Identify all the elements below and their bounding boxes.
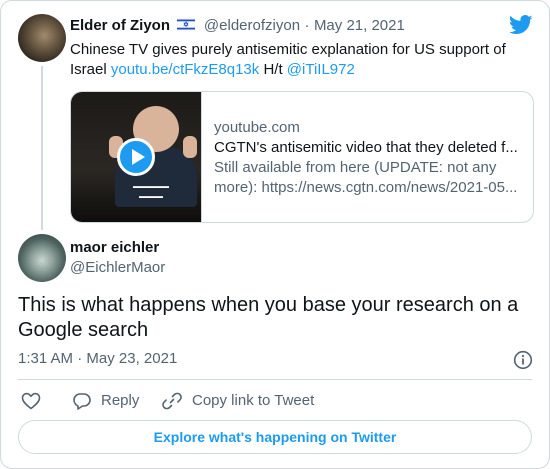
thread-line — [41, 66, 43, 230]
divider — [18, 379, 532, 380]
tweet-embed-card: Elder of Ziyon @elderofziyon · May 21, 2… — [0, 0, 550, 469]
quoted-tweet-text: Chinese TV gives purely antisemitic expl… — [70, 40, 520, 80]
twitter-bird-icon[interactable] — [509, 15, 533, 35]
thumbnail-caption-line-1: ▬▬▬▬▬▬ — [133, 184, 169, 190]
reply-button[interactable]: Reply — [101, 392, 139, 409]
avatar-elder-of-ziyon[interactable] — [18, 14, 66, 62]
quoted-author-name[interactable]: Elder of Ziyon — [70, 17, 170, 34]
main-date: May 23, 2021 — [86, 350, 178, 367]
main-time: 1:31 AM — [18, 350, 74, 367]
separator-dot: · — [77, 350, 83, 367]
mention-link[interactable]: @iTiIL972 — [287, 61, 355, 78]
main-tweet-text: This is what happens when you base your … — [18, 294, 519, 341]
youtube-link[interactable]: youtu.be/ctFkzE8q13k — [111, 61, 259, 78]
thumbnail-hand-right — [183, 136, 197, 158]
heart-icon[interactable] — [21, 391, 41, 411]
link-preview-card[interactable]: ▬▬▬▬▬▬ ▬▬▬▬ youtube.com CGTN's antisemit… — [70, 91, 534, 223]
link-preview-domain: youtube.com — [214, 119, 300, 136]
main-handle[interactable]: @EichlerMaor — [70, 259, 165, 276]
link-icon[interactable] — [162, 391, 182, 411]
explore-twitter-button[interactable]: Explore what's happening on Twitter — [18, 420, 532, 454]
separator-dot: · — [304, 17, 310, 34]
thumbnail-caption-line-2: ▬▬▬▬ — [139, 194, 163, 200]
avatar-maor-eichler[interactable] — [18, 234, 66, 282]
quoted-tweet-header: Elder of Ziyon @elderofziyon · May 21, 2… — [70, 17, 405, 35]
info-icon[interactable] — [513, 350, 533, 370]
israel-flag-icon — [177, 18, 196, 31]
link-preview-description: Still available from here (UPDATE: not a… — [214, 159, 518, 196]
main-author-name[interactable]: maor eichler — [70, 239, 159, 256]
quoted-date[interactable]: May 21, 2021 — [314, 17, 405, 34]
copy-link-button[interactable]: Copy link to Tweet — [192, 392, 314, 409]
reply-icon[interactable] — [72, 391, 92, 411]
quoted-handle[interactable]: @elderofziyon — [204, 17, 300, 34]
link-preview-title: CGTN's antisemitic video that they delet… — [214, 139, 518, 156]
link-preview-info: youtube.com CGTN's antisemitic video tha… — [214, 92, 523, 198]
main-tweet-timestamp[interactable]: 1:31 AM · May 23, 2021 — [18, 350, 177, 367]
hat-tip-text: H/t — [263, 61, 283, 78]
video-thumbnail[interactable]: ▬▬▬▬▬▬ ▬▬▬▬ — [71, 92, 202, 222]
play-icon[interactable] — [117, 138, 155, 176]
